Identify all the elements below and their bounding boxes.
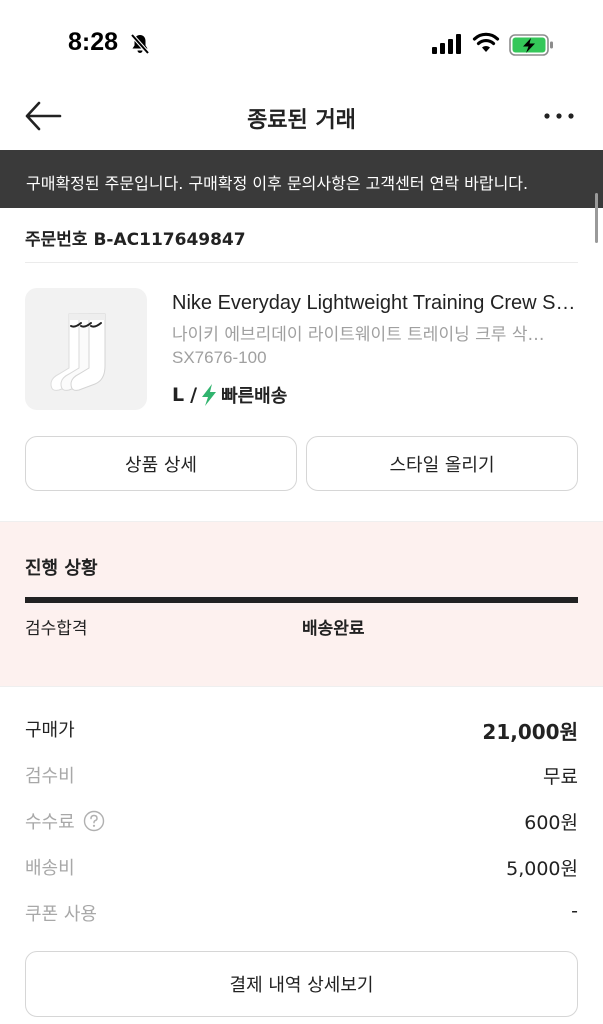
price-row-inspection: 검수비 무료: [25, 762, 578, 792]
product-name-en[interactable]: Nike Everyday Lightweight Training Crew …: [172, 292, 582, 315]
option-separator: /: [190, 384, 198, 406]
price-row-purchase: 구매가 21,000원: [25, 716, 578, 746]
price-row-shipping: 배송비 5,000원: [25, 854, 578, 884]
help-icon[interactable]: [83, 810, 105, 832]
divider: [0, 686, 603, 687]
nav-bar: 종료된 거래: [0, 90, 603, 150]
purchase-price-label: 구매가: [25, 720, 75, 741]
notice-banner: 구매확정된 주문입니다. 구매확정 이후 문의사항은 고객센터 연락 바랍니다.: [0, 150, 603, 208]
shipping-fee-label: 배송비: [25, 858, 75, 879]
battery-charging-icon: [509, 34, 553, 56]
post-style-label: 스타일 올리기: [389, 454, 495, 476]
socks-image: [50, 313, 106, 391]
purchase-price-value: 21,000원: [482, 720, 578, 744]
status-time: 8:28: [68, 28, 119, 56]
progress-bar: [25, 597, 578, 603]
post-style-button[interactable]: 스타일 올리기: [306, 436, 578, 491]
fee-label-group: 수수료: [25, 808, 105, 834]
product-detail-label: 상품 상세: [125, 454, 197, 476]
inspection-fee-label: 검수비: [25, 766, 75, 787]
divider: [25, 262, 578, 263]
more-icon[interactable]: [542, 104, 576, 128]
shipping-fee-value: 5,000원: [506, 858, 578, 880]
product-image[interactable]: [25, 288, 147, 410]
fee-label: 수수료: [25, 812, 75, 833]
price-row-coupon: 쿠폰 사용 -: [25, 900, 578, 930]
signal-icon: [432, 34, 461, 54]
status-bar: 8:28: [0, 0, 603, 90]
coupon-value: -: [571, 900, 578, 922]
product-name-ko: 나이키 에브리데이 라이트웨이트 트레이닝 크루 삭스 (3팩) 화이트: [172, 325, 560, 345]
progress-title: 진행 상황: [25, 558, 98, 579]
bolt-icon: [202, 384, 217, 406]
bell-slash-icon: [130, 33, 150, 55]
page: 8:28 종료된 거래 구매확정된 주문입니다. 구매확정 이후 문의사항은 고…: [0, 0, 603, 1024]
progress-section: 진행 상황 검수합격 배송완료: [0, 522, 603, 686]
product-size: L: [172, 384, 185, 406]
inspection-fee-value: 무료: [543, 766, 578, 788]
progress-step-delivered: 배송완료: [302, 619, 365, 639]
product-code: SX7676-100: [172, 348, 267, 367]
product-option: L / 빠른배송: [172, 382, 287, 408]
fee-value: 600원: [524, 812, 578, 834]
coupon-label: 쿠폰 사용: [25, 904, 97, 925]
product-detail-button[interactable]: 상품 상세: [25, 436, 297, 491]
payment-detail-button[interactable]: 결제 내역 상세보기: [25, 951, 578, 1017]
price-row-fee: 수수료 600원: [25, 808, 578, 838]
delivery-tag: 빠른배송: [221, 386, 288, 407]
page-title: 종료된 거래: [247, 108, 356, 133]
scroll-indicator[interactable]: [595, 193, 598, 243]
progress-step-inspection: 검수합격: [25, 619, 88, 639]
payment-detail-label: 결제 내역 상세보기: [229, 975, 374, 996]
order-number: 주문번호 B-AC117649847: [25, 230, 246, 250]
wifi-icon: [472, 32, 500, 52]
progress-bar-fill: [25, 597, 578, 603]
